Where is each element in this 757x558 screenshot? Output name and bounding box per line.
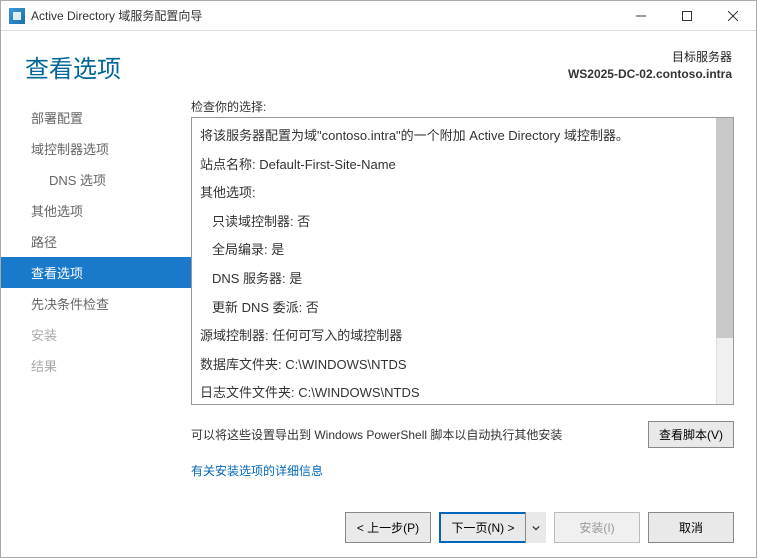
sidebar-item-additional-options[interactable]: 其他选项: [1, 195, 191, 226]
header: 查看选项 目标服务器 WS2025-DC-02.contoso.intra: [1, 31, 756, 90]
window-title: Active Directory 域服务配置向导: [31, 7, 618, 24]
more-info-link[interactable]: 有关安装选项的详细信息: [191, 462, 734, 479]
scrollbar-thumb[interactable]: [716, 118, 733, 338]
sidebar-item-paths[interactable]: 路径: [1, 226, 191, 257]
minimize-button[interactable]: [618, 1, 664, 30]
titlebar: Active Directory 域服务配置向导: [1, 1, 756, 31]
sidebar-item-dc-options[interactable]: 域控制器选项: [1, 133, 191, 164]
main-panel: 检查你的选择: 将该服务器配置为域"contoso.intra"的一个附加 Ac…: [191, 96, 734, 500]
cancel-button[interactable]: 取消: [648, 512, 734, 543]
target-server-block: 目标服务器 WS2025-DC-02.contoso.intra: [568, 49, 732, 83]
sidebar-item-deployment-config[interactable]: 部署配置: [1, 102, 191, 133]
review-line: 只读域控制器: 否: [200, 208, 713, 237]
review-line: 更新 DNS 委派: 否: [200, 294, 713, 323]
scrollbar-track[interactable]: [716, 118, 733, 404]
maximize-button[interactable]: [664, 1, 710, 30]
target-value: WS2025-DC-02.contoso.intra: [568, 66, 732, 83]
review-line: 数据库文件夹: C:\WINDOWS\NTDS: [200, 351, 713, 380]
review-line: 将该服务器配置为域"contoso.intra"的一个附加 Active Dir…: [200, 122, 713, 151]
review-textbox[interactable]: 将该服务器配置为域"contoso.intra"的一个附加 Active Dir…: [191, 117, 734, 405]
view-script-button[interactable]: 查看脚本(V): [648, 421, 734, 448]
review-line: 其他选项:: [200, 179, 713, 208]
next-dropdown-icon[interactable]: [525, 512, 546, 543]
review-line: 日志文件文件夹: C:\WINDOWS\NTDS: [200, 379, 713, 405]
close-button[interactable]: [710, 1, 756, 30]
install-button: 安装(I): [554, 512, 640, 543]
sidebar-item-review-options[interactable]: 查看选项: [1, 257, 191, 288]
sidebar-item-results: 结果: [1, 350, 191, 381]
sidebar-item-dns-options[interactable]: DNS 选项: [1, 164, 191, 195]
sidebar-item-install: 安装: [1, 319, 191, 350]
export-text: 可以将这些设置导出到 Windows PowerShell 脚本以自动执行其他安…: [191, 426, 648, 443]
review-label: 检查你的选择:: [191, 98, 734, 115]
page-heading: 查看选项: [25, 49, 568, 84]
review-line: DNS 服务器: 是: [200, 265, 713, 294]
review-line: 全局编录: 是: [200, 236, 713, 265]
next-button[interactable]: 下一页(N) >: [439, 512, 525, 543]
previous-button[interactable]: < 上一步(P): [345, 512, 431, 543]
review-line: 站点名称: Default-First-Site-Name: [200, 151, 713, 180]
footer: < 上一步(P) 下一页(N) > 安装(I) 取消: [1, 500, 756, 557]
app-icon: [9, 8, 25, 24]
sidebar-item-prereq-check[interactable]: 先决条件检查: [1, 288, 191, 319]
review-line: 源域控制器: 任何可写入的域控制器: [200, 322, 713, 351]
target-label: 目标服务器: [568, 49, 732, 66]
sidebar: 部署配置 域控制器选项 DNS 选项 其他选项 路径 查看选项 先决条件检查 安…: [1, 96, 191, 500]
